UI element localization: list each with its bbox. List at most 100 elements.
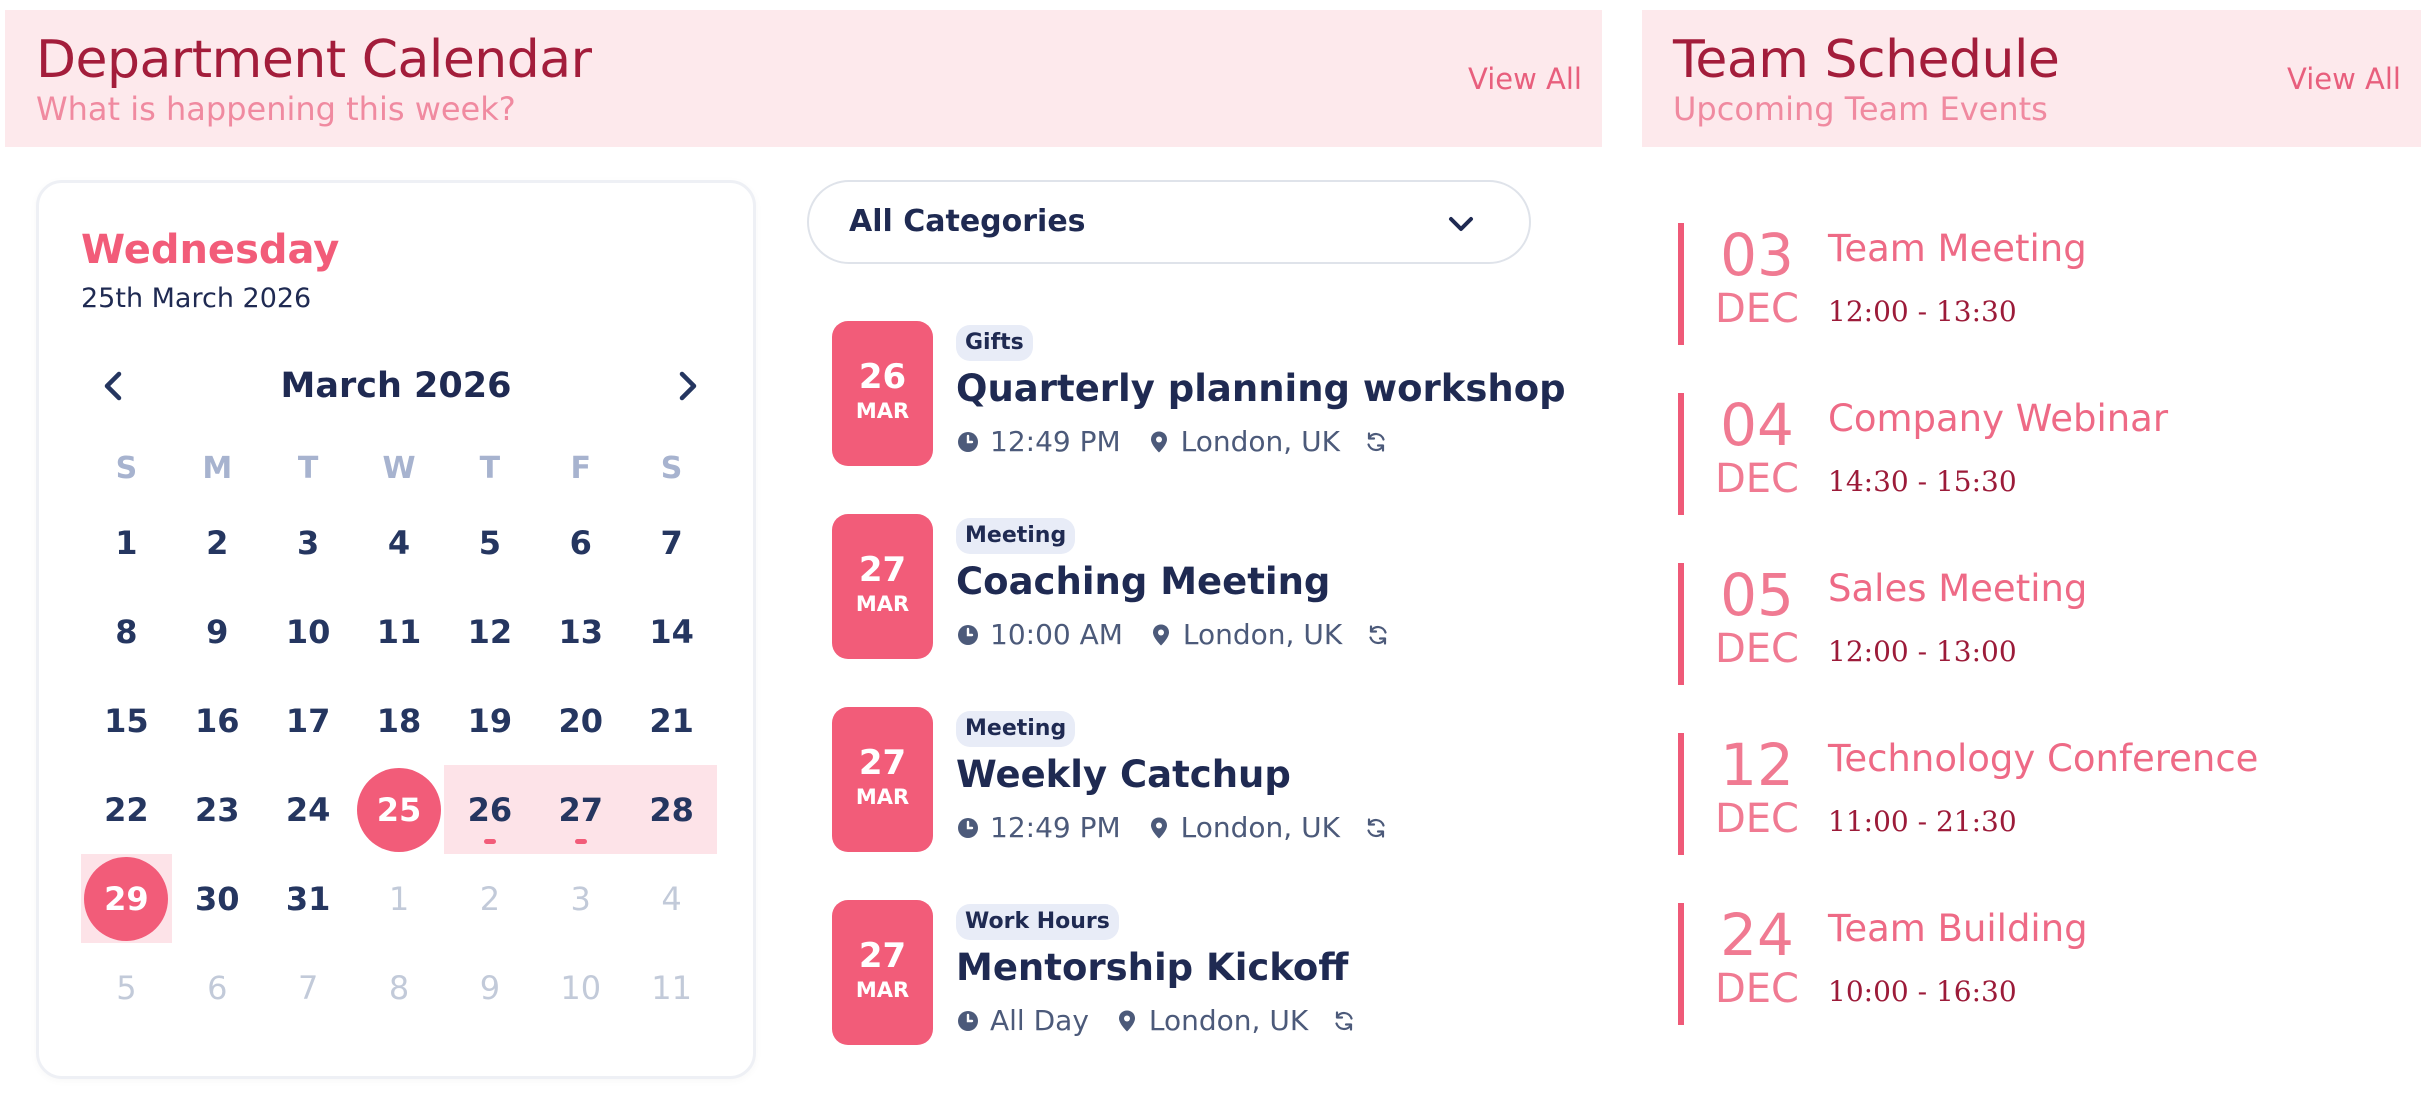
calendar-day[interactable]: 21	[626, 676, 717, 765]
event-item[interactable]: 26 MAR Gifts Quarterly planning workshop…	[832, 321, 1566, 471]
calendar-day[interactable]: 17	[263, 676, 354, 765]
event-indicator	[574, 839, 587, 844]
event-item[interactable]: 27 MAR Meeting Coaching Meeting 10:00 AM…	[832, 514, 1532, 664]
team-view-all-link[interactable]: View All	[2287, 62, 2401, 96]
category-select[interactable]: All Categories	[807, 180, 1531, 264]
day-number: 15	[104, 701, 149, 740]
calendar-day[interactable]: 1	[81, 498, 172, 587]
calendar-day-in-range[interactable]: 28	[626, 765, 718, 854]
location-pin-icon	[1150, 431, 1167, 452]
calendar-day-next-month[interactable]: 11	[626, 943, 717, 1032]
clock-icon	[958, 624, 978, 645]
calendar-day-next-month[interactable]: 4	[626, 854, 717, 943]
schedule-accent-bar	[1678, 223, 1684, 345]
event-title[interactable]: Quarterly planning workshop	[956, 367, 1566, 410]
event-date-badge: 26 MAR	[832, 321, 933, 466]
event-title[interactable]: Coaching Meeting	[956, 560, 1330, 603]
calendar-week-row: 15 16 17 18 19 20 21	[81, 676, 717, 765]
calendar-day[interactable]: 31	[263, 854, 354, 943]
calendar-day[interactable]: 5	[444, 498, 535, 587]
previous-month-button[interactable]	[94, 366, 134, 406]
event-item[interactable]: 27 MAR Work Hours Mentorship Kickoff All…	[832, 900, 1532, 1050]
event-month: MAR	[855, 785, 910, 809]
calendar-day-next-month[interactable]: 7	[263, 943, 354, 1032]
schedule-time: 12:00 - 13:00	[1828, 635, 2017, 668]
clock-icon	[958, 817, 978, 838]
calendar-day-in-range[interactable]: 26	[444, 765, 536, 854]
calendar-day[interactable]: 24	[263, 765, 354, 854]
schedule-title[interactable]: Team Meeting	[1828, 227, 2087, 270]
next-month-button[interactable]	[667, 366, 707, 406]
day-number: 12	[467, 612, 513, 651]
event-date-badge: 27 MAR	[832, 707, 933, 852]
calendar-week-row: 5 6 7 8 9 10 11	[81, 943, 717, 1032]
calendar-day-next-month[interactable]: 10	[535, 943, 626, 1032]
calendar-day[interactable]: 12	[444, 587, 535, 676]
day-number: 18	[376, 701, 422, 740]
calendar-day[interactable]: 30	[172, 854, 263, 943]
calendar-day[interactable]: 18	[354, 676, 445, 765]
calendar-day[interactable]: 4	[354, 498, 445, 587]
event-item[interactable]: 27 MAR Meeting Weekly Catchup 12:49 PM L…	[832, 707, 1532, 857]
calendar-day[interactable]: 2	[172, 498, 263, 587]
event-title[interactable]: Mentorship Kickoff	[956, 946, 1348, 989]
calendar-day[interactable]: 10	[263, 587, 354, 676]
schedule-item[interactable]: 24 DEC Team Building 10:00 - 16:30	[1678, 903, 2398, 1025]
schedule-item[interactable]: 12 DEC Technology Conference 11:00 - 21:…	[1678, 733, 2398, 855]
schedule-title[interactable]: Sales Meeting	[1828, 567, 2087, 610]
day-number: 20	[558, 701, 603, 740]
calendar-day[interactable]: 11	[354, 587, 445, 676]
schedule-item[interactable]: 03 DEC Team Meeting 12:00 - 13:30	[1678, 223, 2398, 345]
calendar-day[interactable]: 13	[535, 587, 626, 676]
department-calendar-header: Department Calendar What is happening th…	[5, 10, 1602, 147]
event-location: London, UK	[1148, 1004, 1309, 1037]
repeat-icon	[1369, 624, 1387, 645]
calendar-day[interactable]: 14	[626, 587, 717, 676]
schedule-item[interactable]: 05 DEC Sales Meeting 12:00 - 13:00	[1678, 563, 2398, 685]
calendar-day[interactable]: 22	[81, 765, 172, 854]
day-number: 26	[467, 790, 513, 829]
day-number: 5	[116, 968, 137, 1007]
calendar-day-next-month[interactable]: 5	[81, 943, 172, 1032]
day-number: 5	[478, 523, 501, 562]
day-number: 10	[560, 968, 602, 1007]
event-meta: All Day London, UK	[956, 1004, 1356, 1037]
schedule-item[interactable]: 04 DEC Company Webinar 14:30 - 15:30	[1678, 393, 2398, 515]
schedule-accent-bar	[1678, 563, 1684, 685]
calendar-day-next-month[interactable]: 2	[444, 854, 535, 943]
clock-icon	[958, 431, 978, 452]
calendar-day-next-month[interactable]: 1	[354, 854, 445, 943]
department-view-all-link[interactable]: View All	[1468, 62, 1582, 96]
calendar-day-today[interactable]: 25	[354, 765, 445, 854]
calendar-day[interactable]: 7	[626, 498, 717, 587]
calendar-day[interactable]: 3	[263, 498, 354, 587]
event-category-tag: Gifts	[956, 325, 1033, 361]
schedule-title[interactable]: Company Webinar	[1828, 397, 2168, 440]
day-number: 6	[207, 968, 228, 1007]
calendar-day-selected[interactable]: 29	[81, 854, 172, 943]
calendar-day-next-month[interactable]: 8	[354, 943, 445, 1032]
selected-weekday: Wednesday	[81, 227, 340, 273]
calendar-day-next-month[interactable]: 9	[444, 943, 535, 1032]
repeat-icon	[1367, 817, 1385, 838]
calendar-day[interactable]: 19	[444, 676, 535, 765]
schedule-title[interactable]: Technology Conference	[1828, 737, 2258, 780]
event-month: MAR	[855, 592, 910, 616]
schedule-month: DEC	[1714, 966, 1799, 1012]
calendar-day[interactable]: 16	[172, 676, 263, 765]
calendar-day-next-month[interactable]: 3	[535, 854, 626, 943]
event-title[interactable]: Weekly Catchup	[956, 753, 1291, 796]
calendar-day[interactable]: 15	[81, 676, 172, 765]
calendar-day[interactable]: 6	[535, 498, 626, 587]
calendar-day[interactable]: 23	[172, 765, 263, 854]
location-pin-icon	[1118, 1010, 1135, 1031]
schedule-title[interactable]: Team Building	[1828, 907, 2088, 950]
event-day: 26	[858, 357, 907, 397]
calendar-day[interactable]: 20	[535, 676, 626, 765]
calendar-day-next-month[interactable]: 6	[172, 943, 263, 1032]
weekday-header: S	[115, 450, 138, 486]
chevron-left-icon	[104, 371, 122, 401]
calendar-day[interactable]: 8	[81, 587, 172, 676]
calendar-day-in-range[interactable]: 27	[535, 765, 627, 854]
calendar-day[interactable]: 9	[172, 587, 263, 676]
